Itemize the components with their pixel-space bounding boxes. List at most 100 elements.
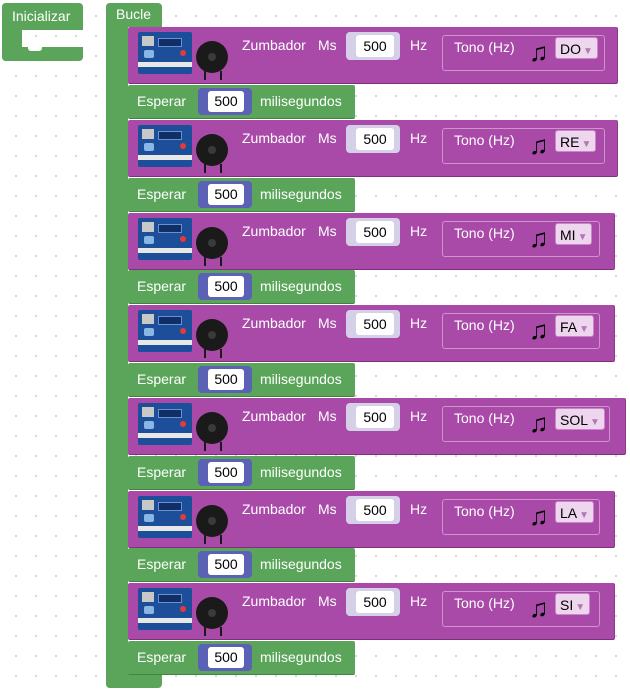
- buzzer-block[interactable]: Zumbador Ms 500 Hz Tono (Hz) ♫ SOL ▼: [128, 398, 626, 455]
- tone-label: Tono (Hz): [454, 225, 515, 241]
- music-note-icon: ♫: [529, 408, 549, 438]
- tone-block[interactable]: Tono (Hz) ♫ SI ▼: [442, 591, 600, 627]
- wait-number-input[interactable]: 500: [208, 462, 244, 483]
- tone-label: Tono (Hz): [454, 317, 515, 333]
- wait-block[interactable]: Esperar 500 milisegundos: [128, 270, 355, 304]
- buzzer-leg: [220, 257, 222, 266]
- tone-block[interactable]: Tono (Hz) ♫ RE ▼: [442, 128, 605, 164]
- wait-number-input[interactable]: 500: [208, 647, 244, 668]
- wait-label: Esperar: [137, 186, 187, 202]
- buzzer-icon-hole: [208, 239, 216, 247]
- wait-block[interactable]: Esperar 500 milisegundos: [128, 363, 355, 397]
- wait-block[interactable]: Esperar 500 milisegundos: [128, 85, 355, 119]
- note-dropdown[interactable]: SI ▼: [555, 593, 591, 615]
- board-led: [180, 606, 186, 612]
- ms-number-slot: 500: [346, 496, 400, 524]
- board-chip: [142, 407, 154, 417]
- buzzer-block[interactable]: Zumbador Ms 500 Hz Tono (Hz) ♫ SI ▼: [128, 583, 615, 640]
- buzzer-icon-hole: [208, 517, 216, 525]
- board-pin-header: [138, 62, 192, 67]
- board-chip: [158, 224, 182, 233]
- ms-number-input[interactable]: 500: [356, 35, 394, 57]
- ms-number-input[interactable]: 500: [356, 591, 394, 613]
- wait-unit-label: milisegundos: [260, 464, 342, 480]
- buzzer-block[interactable]: Zumbador Ms 500 Hz Tono (Hz) ♫ FA ▼: [128, 305, 615, 362]
- buzzer-block[interactable]: Zumbador Ms 500 Hz Tono (Hz) ♫ DO ▼: [128, 27, 618, 84]
- buzzer-block[interactable]: Zumbador Ms 500 Hz Tono (Hz) ♫ RE ▼: [128, 120, 618, 177]
- tone-block[interactable]: Tono (Hz) ♫ DO ▼: [442, 35, 605, 71]
- buzzer-leg: [220, 349, 222, 358]
- wait-number-input[interactable]: 500: [208, 369, 244, 390]
- ms-number-input[interactable]: 500: [356, 128, 394, 150]
- buzzer-leg: [220, 442, 222, 451]
- ms-label: Ms: [318, 37, 337, 53]
- ms-label: Ms: [318, 501, 337, 517]
- board-pin-header: [138, 526, 192, 531]
- board-chip: [158, 502, 182, 511]
- note-dropdown[interactable]: SOL ▼: [555, 408, 605, 430]
- buzzer-label: Zumbador: [242, 37, 306, 53]
- ms-number-input[interactable]: 500: [356, 221, 394, 243]
- note-dropdown-value: MI: [560, 227, 576, 243]
- tone-block[interactable]: Tono (Hz) ♫ LA ▼: [442, 499, 600, 535]
- note-dropdown[interactable]: RE ▼: [555, 130, 597, 152]
- arduino-board-icon: [138, 310, 192, 352]
- note-dropdown[interactable]: LA ▼: [555, 501, 595, 523]
- loop-block-footer: [106, 674, 162, 688]
- hz-label: Hz: [410, 315, 428, 331]
- buzzer-label: Zumbador: [242, 130, 306, 146]
- note-dropdown[interactable]: DO ▼: [555, 37, 598, 59]
- note-dropdown[interactable]: MI ▼: [555, 223, 593, 245]
- buzzer-block[interactable]: Zumbador Ms 500 Hz Tono (Hz) ♫ MI ▼: [128, 213, 615, 270]
- buzzer-leg: [204, 627, 206, 636]
- wait-number-input[interactable]: 500: [208, 91, 244, 112]
- wait-number-slot: 500: [198, 88, 252, 115]
- ms-number-input[interactable]: 500: [356, 313, 394, 335]
- buzzer-icon-hole: [208, 424, 216, 432]
- board-capacitor: [144, 514, 154, 522]
- buzzer-label: Zumbador: [242, 501, 306, 517]
- board-chip: [142, 592, 154, 602]
- board-chip: [158, 38, 182, 47]
- board-capacitor: [144, 606, 154, 614]
- wait-number-slot: 500: [198, 644, 252, 671]
- wait-number-input[interactable]: 500: [208, 554, 244, 575]
- hz-label: Hz: [410, 130, 428, 146]
- wait-number-input[interactable]: 500: [208, 276, 244, 297]
- tone-block[interactable]: Tono (Hz) ♫ MI ▼: [442, 221, 600, 257]
- tone-label: Tono (Hz): [454, 595, 515, 611]
- buzzer-block[interactable]: Zumbador Ms 500 Hz Tono (Hz) ♫ LA ▼: [128, 491, 615, 548]
- ms-number-input[interactable]: 500: [356, 406, 394, 428]
- wait-number-input[interactable]: 500: [208, 184, 244, 205]
- board-pin-header: [138, 248, 192, 253]
- wait-block[interactable]: Esperar 500 milisegundos: [128, 456, 355, 490]
- arduino-board-icon: [138, 32, 192, 74]
- tone-block[interactable]: Tono (Hz) ♫ FA ▼: [442, 313, 600, 349]
- tone-label: Tono (Hz): [454, 410, 515, 426]
- buzzer-leg: [204, 535, 206, 544]
- board-chip: [158, 316, 182, 325]
- note-dropdown-value: SI: [560, 597, 574, 613]
- buzzer-leg: [204, 349, 206, 358]
- note-dropdown[interactable]: FA ▼: [555, 315, 595, 337]
- wait-label: Esperar: [137, 649, 187, 665]
- wait-block[interactable]: Esperar 500 milisegundos: [128, 178, 355, 212]
- board-led: [180, 328, 186, 334]
- wait-block[interactable]: Esperar 500 milisegundos: [128, 548, 355, 582]
- ms-number-slot: 500: [346, 403, 400, 431]
- buzzer-leg: [204, 164, 206, 173]
- tone-label: Tono (Hz): [454, 503, 515, 519]
- tone-block[interactable]: Tono (Hz) ♫ SOL ▼: [442, 406, 610, 442]
- wait-block[interactable]: Esperar 500 milisegundos: [128, 641, 355, 675]
- buzzer-label: Zumbador: [242, 315, 306, 331]
- tone-label: Tono (Hz): [454, 132, 515, 148]
- initialize-block[interactable]: Inicializar: [2, 3, 83, 61]
- music-note-icon: ♫: [529, 501, 549, 531]
- board-capacitor: [144, 328, 154, 336]
- ms-number-input[interactable]: 500: [356, 499, 394, 521]
- ms-number-slot: 500: [346, 218, 400, 246]
- board-capacitor: [144, 50, 154, 58]
- buzzer-icon: [196, 505, 228, 537]
- ms-number-slot: 500: [346, 588, 400, 616]
- board-pin-header: [138, 340, 192, 345]
